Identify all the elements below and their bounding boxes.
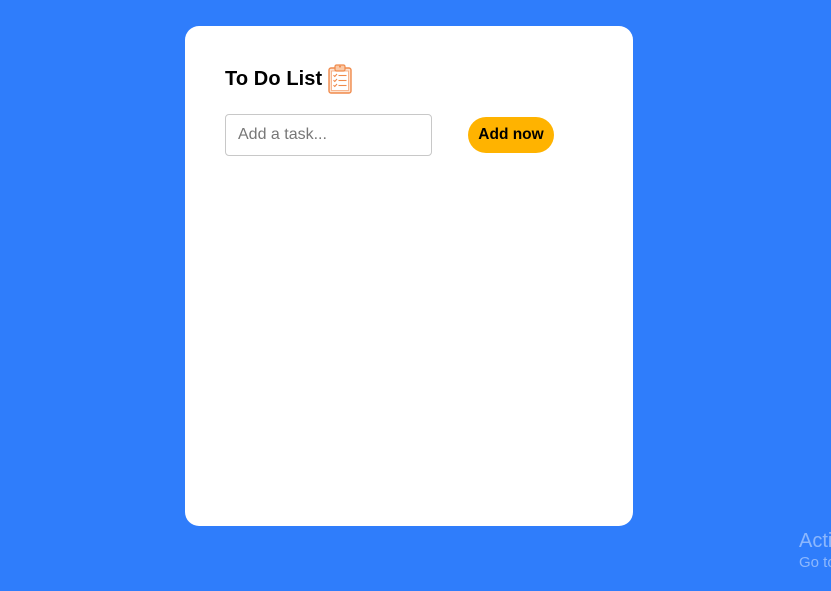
add-now-button[interactable]: Add now xyxy=(468,117,554,153)
todo-card: To Do List Add now xyxy=(185,26,633,526)
task-input[interactable] xyxy=(225,114,432,156)
app-title: To Do List xyxy=(225,67,323,90)
watermark-line-1: Acti xyxy=(799,530,831,552)
watermark-line-2: Go to xyxy=(799,554,831,571)
header: To Do List xyxy=(225,62,353,96)
clipboard-icon xyxy=(327,63,353,95)
activate-windows-watermark: Acti Go to xyxy=(799,529,831,573)
